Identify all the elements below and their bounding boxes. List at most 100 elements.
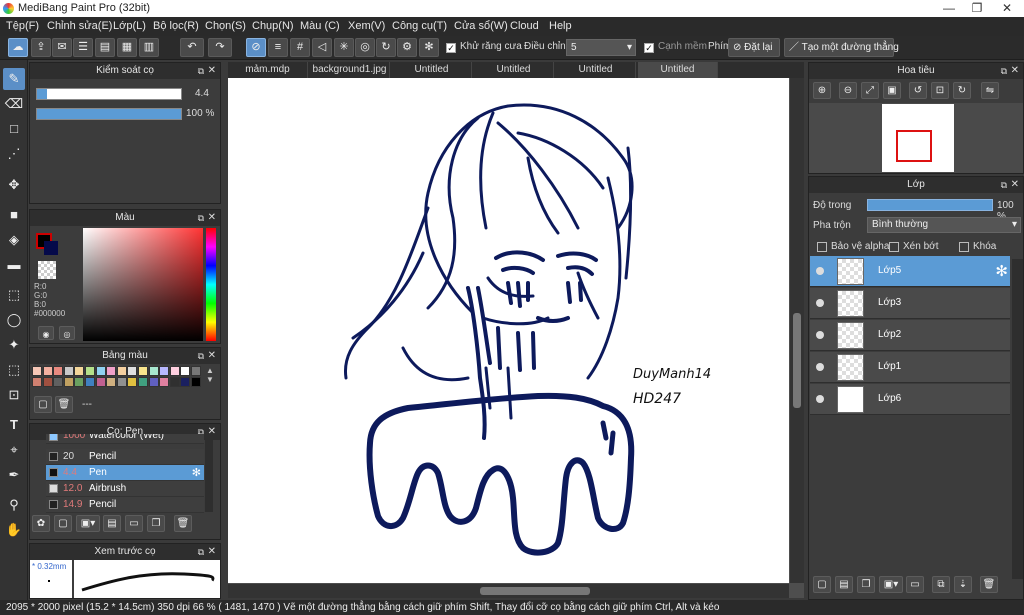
- palette-swatch[interactable]: [106, 366, 117, 376]
- popout-icon[interactable]: ⧉: [198, 210, 204, 226]
- canvas-area[interactable]: DuyManh14 HD247: [228, 78, 804, 598]
- panel-icon[interactable]: ▥: [139, 38, 159, 57]
- gradient-tool-icon[interactable]: ▬: [3, 254, 25, 276]
- layers-scrollbar[interactable]: [1012, 259, 1023, 579]
- protect-alpha-checkbox[interactable]: [817, 242, 827, 252]
- palette-swatch[interactable]: [32, 366, 42, 376]
- menu-tools[interactable]: Công cụ(T): [392, 20, 447, 32]
- tab-untitled-active[interactable]: Untitled: [638, 62, 718, 78]
- brush-item[interactable]: 20 Pencil: [46, 449, 204, 465]
- cloud-icon[interactable]: ☁: [8, 38, 28, 57]
- close-icon[interactable]: ✕: [208, 348, 216, 364]
- menu-edit[interactable]: Chỉnh sửa(E): [47, 20, 112, 32]
- close-icon[interactable]: ✕: [208, 63, 216, 79]
- palette-edit-icon[interactable]: ◎: [59, 326, 75, 340]
- transparent-color-swatch[interactable]: [38, 261, 56, 279]
- eyedropper-tool-icon[interactable]: ✒: [3, 464, 25, 486]
- parallel-snap-icon[interactable]: ≡: [268, 38, 288, 57]
- palette-swatch[interactable]: [116, 366, 127, 376]
- palette-swatch[interactable]: [127, 366, 138, 376]
- tab-untitled-1[interactable]: Untitled: [392, 62, 472, 78]
- palette-swatch[interactable]: [138, 366, 148, 376]
- gear-icon[interactable]: ✻: [419, 38, 439, 57]
- layer-settings-gear-icon[interactable]: ✻: [995, 262, 1008, 280]
- magic-wand-tool-icon[interactable]: ✦: [3, 334, 25, 356]
- undo-icon[interactable]: ↶: [180, 38, 204, 57]
- operation-tool-icon[interactable]: ⌖: [3, 439, 25, 461]
- popout-icon[interactable]: ⧉: [198, 348, 204, 364]
- select-tool-icon[interactable]: ⬚: [3, 284, 25, 306]
- circle-snap-icon[interactable]: ◎: [355, 38, 375, 57]
- layer-folder-icon[interactable]: ▭: [906, 576, 924, 593]
- select-eraser-tool-icon[interactable]: ⊡: [3, 384, 25, 406]
- palette-swatch[interactable]: [169, 366, 180, 376]
- palette-swatch[interactable]: [180, 377, 191, 387]
- palette-swatch[interactable]: [148, 366, 159, 376]
- brush-item[interactable]: 1000 Watercolor (Wet): [46, 434, 204, 444]
- move-tool-icon[interactable]: ✥: [3, 174, 25, 196]
- fill-tool-icon[interactable]: ◈: [3, 229, 25, 251]
- merge-layer-icon[interactable]: ⇣: [954, 576, 972, 593]
- select-pen-tool-icon[interactable]: ⬚: [3, 359, 25, 381]
- palette-swatch[interactable]: [95, 366, 106, 376]
- close-icon[interactable]: ✕: [208, 544, 216, 560]
- palette-swatch[interactable]: [159, 377, 170, 387]
- palette-swatch[interactable]: [116, 377, 127, 387]
- layer-row[interactable]: Lớp1: [810, 352, 1010, 383]
- layer-row[interactable]: Lớp2: [810, 320, 1010, 351]
- brush-settings-gear-icon[interactable]: ✻: [192, 466, 201, 479]
- tab-background1[interactable]: background1.jpg: [310, 62, 390, 78]
- palette-swatch[interactable]: [53, 377, 64, 387]
- tab-untitled-2[interactable]: Untitled: [474, 62, 554, 78]
- delete-brush-icon[interactable]: 🗑: [174, 515, 192, 532]
- duplicate-brush-icon[interactable]: ❐: [147, 515, 165, 532]
- actual-size-icon[interactable]: ▣: [883, 82, 901, 99]
- navigator-view[interactable]: [809, 103, 1023, 173]
- opacity-slider[interactable]: [36, 108, 182, 120]
- blend-mode-select[interactable]: Bình thường ▾: [867, 217, 1021, 233]
- rotate-left-icon[interactable]: ↺: [909, 82, 927, 99]
- fit-screen-icon[interactable]: ⤢: [861, 82, 879, 99]
- vanishing-snap-icon[interactable]: ◁: [312, 38, 332, 57]
- layer-opacity-slider[interactable]: [867, 199, 993, 211]
- reset-rotation-icon[interactable]: ⊡: [931, 82, 949, 99]
- minimize-button[interactable]: —: [934, 0, 964, 17]
- palette-swatch[interactable]: [85, 366, 95, 376]
- menu-capture[interactable]: Chụp(N): [252, 20, 294, 32]
- popout-icon[interactable]: ⧉: [1001, 177, 1007, 193]
- vertical-scrollbar[interactable]: [790, 78, 804, 583]
- palette-swatch[interactable]: [191, 366, 201, 376]
- palette-swatch[interactable]: [32, 377, 42, 387]
- copy-layer-icon[interactable]: ⧉: [932, 576, 950, 593]
- menu-cloud[interactable]: Cloud: [510, 20, 539, 32]
- no-snap-icon[interactable]: ⊘: [246, 38, 266, 57]
- menu-select[interactable]: Chọn(S): [205, 20, 246, 32]
- palette-swatch[interactable]: [74, 377, 85, 387]
- grid-icon[interactable]: ▦: [117, 38, 137, 57]
- hue-slider[interactable]: [206, 228, 216, 341]
- add-brush-icon[interactable]: ✿: [32, 515, 50, 532]
- eraser-tool-icon[interactable]: ⌫: [3, 93, 25, 115]
- layer-row[interactable]: Lớp5 ✻: [810, 256, 1010, 287]
- background-color-swatch[interactable]: [44, 241, 58, 255]
- palette-swatch[interactable]: [180, 366, 191, 376]
- menu-file[interactable]: Tệp(F): [6, 20, 39, 32]
- curve-snap-icon[interactable]: ↻: [376, 38, 396, 57]
- palette-swatch[interactable]: [138, 377, 148, 387]
- saturation-value-picker[interactable]: [83, 228, 203, 341]
- palette-swatch[interactable]: [74, 366, 85, 376]
- navigator-thumbnail[interactable]: [882, 104, 954, 172]
- menu-icon[interactable]: ☰: [73, 38, 93, 57]
- brush-item[interactable]: 12.0 Airbrush: [46, 481, 204, 497]
- layer-menu-icon[interactable]: ▣▾: [879, 576, 903, 593]
- layer-row[interactable]: Lớp3: [810, 288, 1010, 319]
- brush-settings-icon[interactable]: ▤: [103, 515, 121, 532]
- palette-swatch[interactable]: [42, 366, 53, 376]
- palette-add-icon[interactable]: ◉: [38, 326, 54, 340]
- close-window-button[interactable]: ✕: [992, 0, 1022, 17]
- horizontal-scroll-thumb[interactable]: [480, 587, 590, 595]
- palette-swatch[interactable]: [42, 377, 53, 387]
- drawing-canvas[interactable]: DuyManh14 HD247: [228, 78, 789, 583]
- new-layer-icon[interactable]: ▢: [813, 576, 831, 593]
- brush-menu-icon[interactable]: ▣▾: [76, 515, 100, 532]
